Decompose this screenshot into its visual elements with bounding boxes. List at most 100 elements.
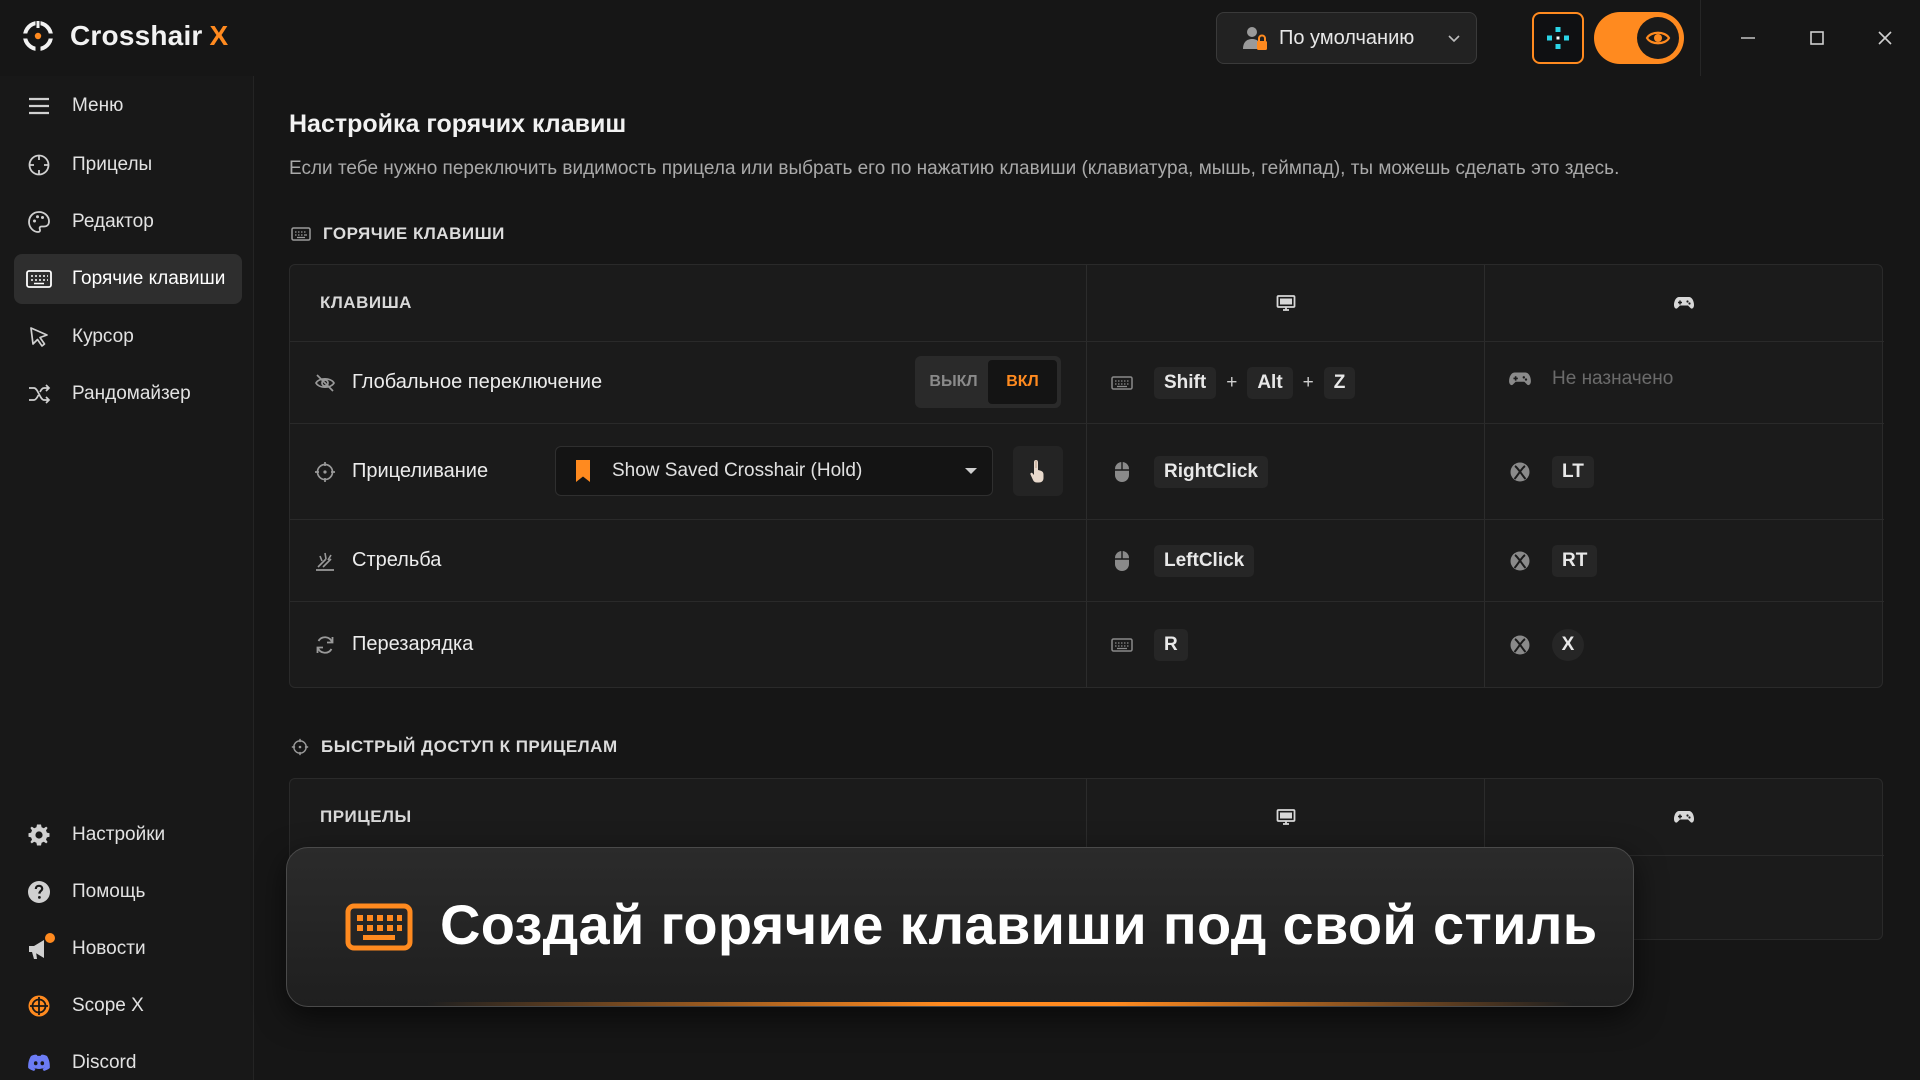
sidebar-item-label: Новости xyxy=(72,938,146,959)
sidebar-item-label: Discord xyxy=(72,1052,137,1073)
gamepad-binding[interactable]: LT xyxy=(1508,456,1594,488)
row-name-text: Стрельба xyxy=(352,549,442,571)
sidebar-item-cursor[interactable]: Курсор xyxy=(14,312,242,362)
monitor-icon xyxy=(1275,807,1297,827)
eye-icon xyxy=(1645,31,1671,45)
section-heading-text: БЫСТРЫЙ ДОСТУП К ПРИЦЕЛАМ xyxy=(321,737,618,756)
pc-binding[interactable]: Shift + Alt + Z xyxy=(1110,367,1356,399)
profile-select[interactable]: По умолчанию xyxy=(1216,12,1477,64)
topbar-divider xyxy=(1700,0,1701,76)
pc-binding[interactable]: LeftClick xyxy=(1110,545,1255,577)
row-name-text: Перезарядка xyxy=(352,633,474,655)
hotkey-row-shooting: Стрельба LeftClick RT xyxy=(290,519,1884,601)
sidebar-item-editor[interactable]: Редактор xyxy=(14,197,242,247)
row-name-text: Прицеливание xyxy=(352,460,489,482)
megaphone-icon xyxy=(26,933,55,962)
eye-off-icon xyxy=(314,372,336,394)
sidebar-item-help[interactable]: Помощь xyxy=(14,867,242,917)
row-name-text: Глобальное переключение xyxy=(352,371,603,393)
key-cap: RT xyxy=(1552,545,1598,577)
sidebar-item-label: Меню xyxy=(72,95,124,116)
sidebar-item-label: Редактор xyxy=(72,211,154,232)
xbox-icon xyxy=(1508,633,1532,657)
page-title: Настройка горячих клавиш xyxy=(289,110,627,138)
key-separator: + xyxy=(1226,372,1238,393)
close-button[interactable] xyxy=(1869,22,1901,54)
crosshair-icon xyxy=(314,461,336,483)
row-label: Прицеливание xyxy=(314,460,488,483)
hotkeys-table: КЛАВИША Глобальное переключение ВЫКЛ ВКЛ xyxy=(289,264,1884,688)
hold-mode-button[interactable] xyxy=(1013,446,1063,496)
pc-binding[interactable]: RightClick xyxy=(1110,456,1268,488)
sidebar-item-settings[interactable]: Настройки xyxy=(14,810,242,860)
key-cap: Z xyxy=(1323,367,1356,399)
column-header-crosshairs: ПРИЦЕЛЫ xyxy=(320,807,412,826)
promo-banner: Создай горячие клавиши под свой стиль xyxy=(286,847,1634,1007)
hotkeys-section-heading: ГОРЯЧИЕ КЛАВИШИ xyxy=(291,224,505,244)
sidebar-item-randomizer[interactable]: Рандомайзер xyxy=(14,369,242,419)
column-header-key: КЛАВИША xyxy=(320,293,412,312)
row-label: Перезарядка xyxy=(314,633,473,656)
chevron-down-icon xyxy=(1448,35,1460,43)
gamepad-binding[interactable]: RT xyxy=(1508,545,1598,577)
scope-icon xyxy=(26,993,52,1019)
crosshair-icon xyxy=(26,152,52,178)
gamepad-binding[interactable]: Не назначено xyxy=(1508,367,1673,391)
crosshair-icon xyxy=(291,738,309,756)
sidebar-item-menu[interactable]: Меню xyxy=(14,81,242,131)
shoot-icon xyxy=(314,550,336,572)
sidebar-item-hotkeys[interactable]: Горячие клавиши xyxy=(14,254,242,304)
dots-grid-icon xyxy=(1547,27,1569,49)
key-cap: R xyxy=(1154,629,1188,661)
minimize-button[interactable] xyxy=(1732,22,1764,54)
gamepad-binding[interactable]: X xyxy=(1508,629,1584,661)
maximize-button[interactable] xyxy=(1801,22,1833,54)
hamburger-icon xyxy=(26,93,52,119)
quick-access-section-heading: БЫСТРЫЙ ДОСТУП К ПРИЦЕЛАМ xyxy=(291,737,618,757)
palette-icon xyxy=(26,209,52,235)
global-toggle-switch[interactable]: ВЫКЛ ВКЛ xyxy=(915,356,1061,408)
banner-accent-line xyxy=(427,1002,1573,1006)
sidebar-item-label: Помощь xyxy=(72,881,146,902)
toggle-on-option[interactable]: ВКЛ xyxy=(988,360,1057,404)
keyboard-icon xyxy=(1110,633,1134,657)
xbox-icon xyxy=(1508,549,1532,573)
key-cap: LT xyxy=(1552,456,1594,488)
hotkey-row-reload: Перезарядка R X xyxy=(290,601,1884,687)
sidebar-item-label: Курсор xyxy=(72,326,134,347)
banner-text: Создай горячие клавиши под свой стиль xyxy=(440,893,1598,956)
sidebar-item-label: Scope X xyxy=(72,995,144,1016)
shuffle-icon xyxy=(26,381,52,407)
key-cap: X xyxy=(1552,629,1584,661)
key-cap: RightClick xyxy=(1154,456,1268,488)
title-bar: Crosshair X По умолчанию xyxy=(0,0,1920,76)
page-description: Если тебе нужно переключить видимость пр… xyxy=(289,158,1620,179)
pc-binding[interactable]: R xyxy=(1110,629,1188,661)
app-logo-icon xyxy=(20,18,56,54)
section-heading-text: ГОРЯЧИЕ КЛАВИШИ xyxy=(323,224,505,243)
gear-icon xyxy=(26,822,52,848)
dropdown-value: Show Saved Crosshair (Hold) xyxy=(612,460,863,481)
crosshair-visibility-toggle[interactable] xyxy=(1594,12,1684,64)
profile-label: По умолчанию xyxy=(1279,26,1415,49)
aiming-action-dropdown[interactable]: Show Saved Crosshair (Hold) xyxy=(555,446,993,496)
key-cap: Alt xyxy=(1247,367,1293,399)
toggle-knob xyxy=(1637,17,1679,59)
keyboard-icon xyxy=(1110,371,1134,395)
overlay-button[interactable] xyxy=(1532,12,1584,64)
hotkey-row-aiming: Прицеливание Show Saved Crosshair (Hold)… xyxy=(290,423,1884,519)
sidebar-item-news[interactable]: Новости xyxy=(14,924,242,974)
sidebar-item-crosshairs[interactable]: Прицелы xyxy=(14,140,242,190)
toggle-off-option[interactable]: ВЫКЛ xyxy=(919,360,988,404)
unassigned-text: Не назначено xyxy=(1552,368,1674,389)
key-cap: LeftClick xyxy=(1154,545,1255,577)
sidebar: Меню Прицелы Редактор Горячие клавиши Ку… xyxy=(0,76,254,1080)
mouse-icon xyxy=(1110,460,1134,484)
gamepad-icon xyxy=(1508,367,1532,391)
row-label: Глобальное переключение xyxy=(314,371,602,394)
discord-icon xyxy=(26,1050,52,1076)
sidebar-item-label: Настройки xyxy=(72,824,166,845)
sidebar-item-discord[interactable]: Discord xyxy=(14,1038,242,1080)
sidebar-item-scope-x[interactable]: Scope X xyxy=(14,981,242,1031)
row-label: Стрельба xyxy=(314,549,441,572)
